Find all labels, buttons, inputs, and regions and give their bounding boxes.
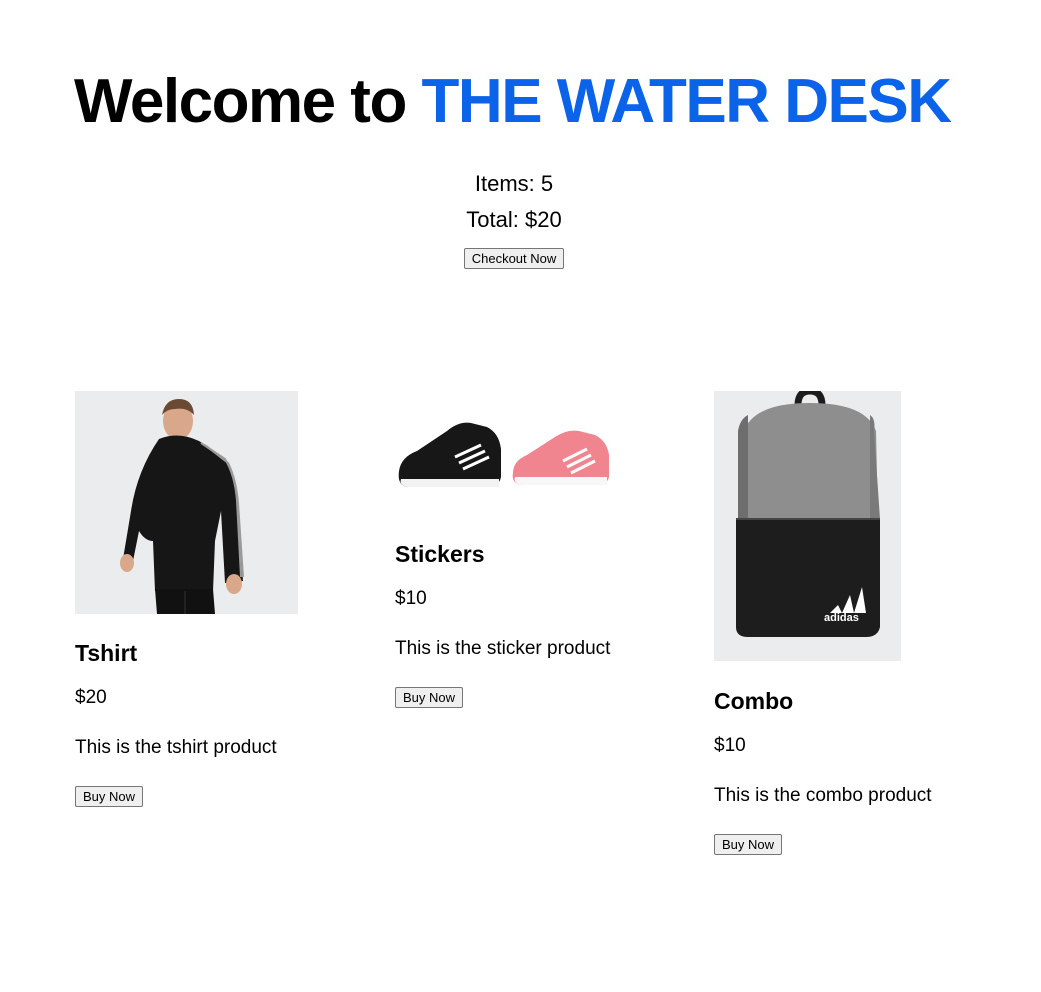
product-card-combo: adidas Combo $10 This is the combo produ… [714,391,994,855]
sneakers-icon [395,391,618,511]
backpack-icon: adidas [714,391,901,661]
product-description: This is the combo product [714,785,932,806]
title-prefix: Welcome to [74,67,407,136]
buy-now-button[interactable]: Buy Now [75,786,144,807]
product-card-tshirt: Tshirt $20 This is the tshirt product Bu… [75,391,355,807]
cart-summary: Items: 5 Total: $20 Checkout Now [0,166,1028,269]
product-description: This is the sticker product [395,638,611,659]
brand-name: THE WATER DESK [421,67,952,136]
product-name: Stickers [395,541,485,567]
product-description: This is the tshirt product [75,737,277,758]
cart-items-count: Items: 5 [474,171,554,196]
product-card-stickers: Stickers $10 This is the sticker product… [395,391,675,708]
page-title: Welcome to THE WATER DESK [74,62,952,142]
product-price: $10 [714,735,746,756]
product-price: $10 [395,588,427,609]
buy-now-button[interactable]: Buy Now [395,687,464,708]
buy-now-button[interactable]: Buy Now [714,834,783,855]
product-name: Combo [714,688,794,714]
hoodie-model-icon [75,391,298,614]
cart-total: Total: $20 [466,207,562,232]
checkout-button[interactable]: Checkout Now [463,248,565,269]
product-price: $20 [75,687,107,708]
product-name: Tshirt [75,640,138,666]
svg-text:adidas: adidas [824,612,859,624]
